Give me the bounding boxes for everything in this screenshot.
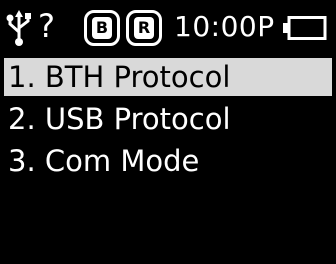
battery-icon xyxy=(283,16,327,40)
menu-item-bth-protocol[interactable]: 1. BTH Protocol xyxy=(4,58,332,96)
r-mode-label: R xyxy=(134,17,154,39)
r-mode-badge: R xyxy=(126,10,162,46)
usb-icon xyxy=(6,10,31,46)
clock: 10:00P xyxy=(174,10,275,43)
question-icon: ? xyxy=(38,7,55,45)
b-mode-label: B xyxy=(92,17,112,39)
b-mode-badge: B xyxy=(84,10,120,46)
device-screen: ? B R 10:00P 1. BTH Protocol 2. USB Prot… xyxy=(0,0,336,264)
menu-item-com-mode[interactable]: 3. Com Mode xyxy=(4,142,332,180)
status-bar: ? B R 10:00P xyxy=(0,0,336,58)
menu-item-usb-protocol[interactable]: 2. USB Protocol xyxy=(4,100,332,138)
